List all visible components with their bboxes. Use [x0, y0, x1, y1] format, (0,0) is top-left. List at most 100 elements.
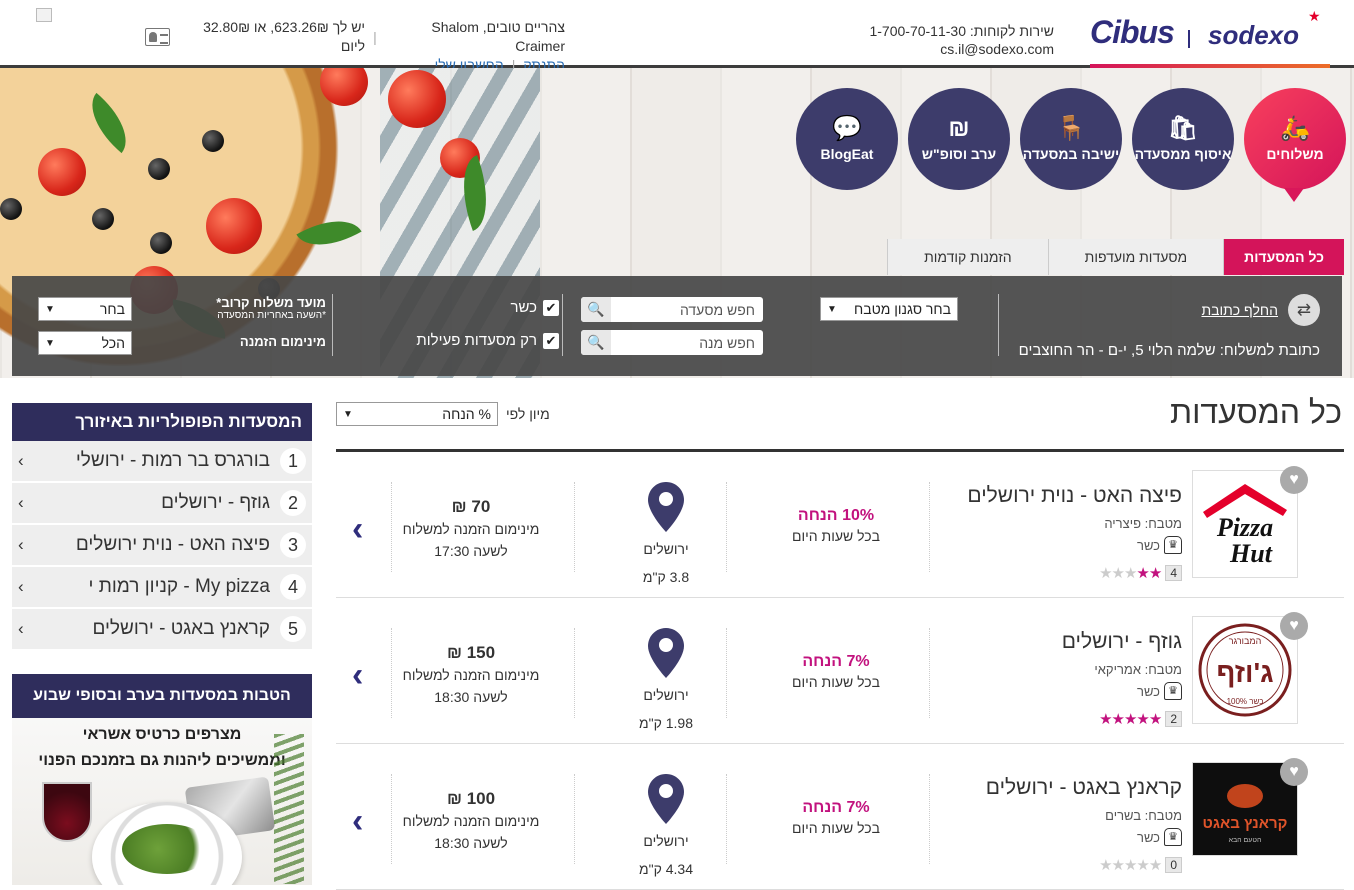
category-pickup[interactable]: 🛍 איסוף ממסעדה: [1132, 88, 1234, 190]
dish-search[interactable]: חפש מנה 🔍: [581, 330, 763, 355]
restaurant-name[interactable]: גוזף - ירושלים: [1062, 630, 1182, 654]
delivery-time: לשעה 18:30: [434, 835, 508, 851]
chef-hat-icon: ♛: [1164, 682, 1182, 700]
search-icon[interactable]: 🔍: [581, 297, 611, 322]
dropdown-arrow-icon: ▼: [45, 337, 55, 349]
dish-search-input[interactable]: חפש מנה: [611, 335, 763, 351]
delivery-time-select[interactable]: בחר ▼: [38, 297, 132, 321]
tab-previous-orders[interactable]: הזמנות קודמות: [887, 239, 1048, 275]
tomato-image: [388, 70, 446, 128]
min-order-select-value: הכל: [101, 335, 125, 351]
map-pin-icon: [648, 628, 684, 678]
divider: [391, 482, 392, 572]
restaurant-search-input[interactable]: חפש מסעדה: [611, 302, 763, 318]
svg-text:כשר 100%: כשר 100%: [1227, 697, 1264, 706]
category-blogeat[interactable]: 💬 BlogEat: [796, 88, 898, 190]
heart-icon[interactable]: ♥: [1280, 466, 1308, 494]
kosher-label: כשר: [1137, 683, 1160, 699]
sidebar-item[interactable]: 5 קראנץ באגט - ירושלים ›: [12, 609, 312, 651]
map-pin-icon: [648, 482, 684, 532]
sidebar-item[interactable]: 4 My pizza - קניון רמות י ›: [12, 567, 312, 609]
sidebar-item-label: פיצה האט - נוית ירושלים: [75, 534, 270, 555]
sidebar-item-label: בורגרס בר רמות - ירושלי: [75, 450, 270, 471]
category-label: משלוחים: [1266, 146, 1324, 162]
min-order-amount: 100 ₪: [446, 789, 496, 808]
discount-sub: בכל שעות היום: [792, 674, 880, 690]
sidebar-item[interactable]: 3 פיצה האט - נוית ירושלים ›: [12, 525, 312, 567]
restaurant-row[interactable]: ♥ המבורגר ג'וזף כשר 100% גוזף - ירושלים …: [336, 598, 1344, 744]
salad-image: [122, 824, 212, 874]
sidebar-item-label: My pizza - קניון רמות י: [88, 576, 270, 597]
sidebar-item[interactable]: 1 בורגרס בר רמות - ירושלי ›: [12, 441, 312, 483]
promo-banner[interactable]: הטבות במסעדות בערב ובסופי שבוע מצרפים כר…: [12, 674, 312, 885]
category-evening-weekend[interactable]: ₪ ערב וסופ"ש: [908, 88, 1010, 190]
delivery-time-label-block: מועד משלוח קרוב* *השעה באחריות המסעדה: [176, 295, 326, 321]
checkmark-icon[interactable]: ✔: [543, 332, 559, 349]
active-only-label: רק מסעדות פעילות: [416, 332, 537, 349]
restaurant-name[interactable]: קראנץ באגט - ירושלים: [986, 776, 1182, 800]
olive-image: [92, 208, 114, 230]
rating-count: 4: [1165, 565, 1182, 581]
fern-image: [274, 734, 304, 884]
tab-all-restaurants[interactable]: כל המסעדות: [1223, 239, 1344, 275]
discount-sub: בכל שעות היום: [792, 528, 880, 544]
search-icon[interactable]: 🔍: [581, 330, 611, 355]
restaurant-name[interactable]: פיצה האט - נוית ירושלים: [967, 484, 1182, 508]
min-order-info: 150 ₪ מינימום הזמנה למשלוח לשעה 18:30: [396, 642, 546, 708]
delivery-time-select-value: בחר: [99, 301, 125, 317]
discount-percent: 7% הנחה: [802, 653, 870, 670]
balance: יש לך 623.26₪, או 32.80₪ ליום: [203, 19, 366, 54]
promo-line: מצרפים כרטיס אשראי: [82, 726, 242, 743]
promo-title: הטבות במסעדות בערב ובסופי שבוע: [12, 674, 312, 718]
cibus-sodexo-logo[interactable]: Cibus sodexo ★: [1090, 8, 1330, 68]
restaurant-row[interactable]: ♥ קראנץ באגט הטעם הבא קראנץ באגט - ירושל…: [336, 744, 1344, 890]
sort-label: מיון לפי: [506, 406, 550, 422]
chevron-right-icon: ›: [18, 577, 24, 596]
divider: |: [373, 28, 377, 45]
category-delivery[interactable]: 🛵 משלוחים: [1244, 88, 1346, 202]
swap-arrows-icon[interactable]: ⇄: [1288, 294, 1320, 326]
checkmark-icon[interactable]: ✔: [543, 299, 559, 316]
rating-count: 2: [1165, 711, 1182, 727]
heart-icon[interactable]: ♥: [1280, 612, 1308, 640]
chef-hat-icon: ♛: [1164, 536, 1182, 554]
divider: [574, 628, 575, 718]
chevron-right-icon: ›: [18, 535, 24, 554]
category-label: BlogEat: [820, 146, 874, 162]
kosher-indicator: ♛ כשר: [1137, 536, 1182, 554]
restaurant-search[interactable]: חפש מסעדה 🔍: [581, 297, 763, 322]
restaurant-row[interactable]: ♥ Pizza Hut פיצה האט - נוית ירושלים מטבח…: [336, 452, 1344, 598]
sidebar-item-label: גוזף - ירושלים: [161, 492, 270, 513]
restaurant-cuisine: מטבח: אמריקאי: [1094, 662, 1182, 677]
distance: 4.34 ק"מ: [639, 861, 693, 877]
chevron-left-icon[interactable]: ‹: [352, 802, 363, 841]
delivery-time: לשעה 17:30: [434, 543, 508, 559]
logo-sodexo-text: sodexo: [1208, 20, 1300, 50]
category-label: איסוף ממסעדה: [1134, 146, 1232, 162]
rating: 2 ★★★★★: [1099, 710, 1182, 728]
discount-percent: 7% הנחה: [802, 799, 870, 816]
chevron-left-icon[interactable]: ‹: [352, 510, 363, 549]
restaurant-tabs: כל המסעדות מסעדות מועדפות הזמנות קודמות: [887, 239, 1344, 275]
svg-text:קראנץ באגט: קראנץ באגט: [1203, 815, 1288, 832]
min-order-info: 70 ₪ מינימום הזמנה למשלוח לשעה 17:30: [396, 496, 546, 562]
sort-select[interactable]: % הנחה ▼: [336, 402, 498, 426]
divider: [391, 628, 392, 718]
popular-restaurants-sidebar: המסעדות הפופולריות באיזורך 1 בורגרס בר ר…: [12, 403, 312, 651]
active-only-checkbox[interactable]: ✔ רק מסעדות פעילות: [416, 332, 559, 349]
cuisine-select[interactable]: בחר סגנון מטבח ▼: [820, 297, 958, 321]
min-order-label: מינימום הזמנה למשלוח: [402, 521, 540, 537]
id-card-icon[interactable]: [144, 28, 171, 46]
svg-text:המבורגר: המבורגר: [1229, 636, 1262, 646]
delivery-time: לשעה 18:30: [434, 689, 508, 705]
chevron-left-icon[interactable]: ‹: [352, 656, 363, 695]
user-info: צהריים טובים, Shalom Craimer | יש לך 623…: [144, 18, 565, 75]
change-address-link[interactable]: החלף כתובת: [1201, 302, 1278, 318]
kosher-checkbox[interactable]: ✔ כשר: [510, 299, 559, 316]
category-dine-in[interactable]: 🪑 ישיבה במסעדה: [1020, 88, 1122, 190]
sidebar-item[interactable]: 2 גוזף - ירושלים ›: [12, 483, 312, 525]
divider: [574, 774, 575, 864]
min-order-select[interactable]: הכל ▼: [38, 331, 132, 355]
heart-icon[interactable]: ♥: [1280, 758, 1308, 786]
tab-favorites[interactable]: מסעדות מועדפות: [1047, 239, 1224, 275]
